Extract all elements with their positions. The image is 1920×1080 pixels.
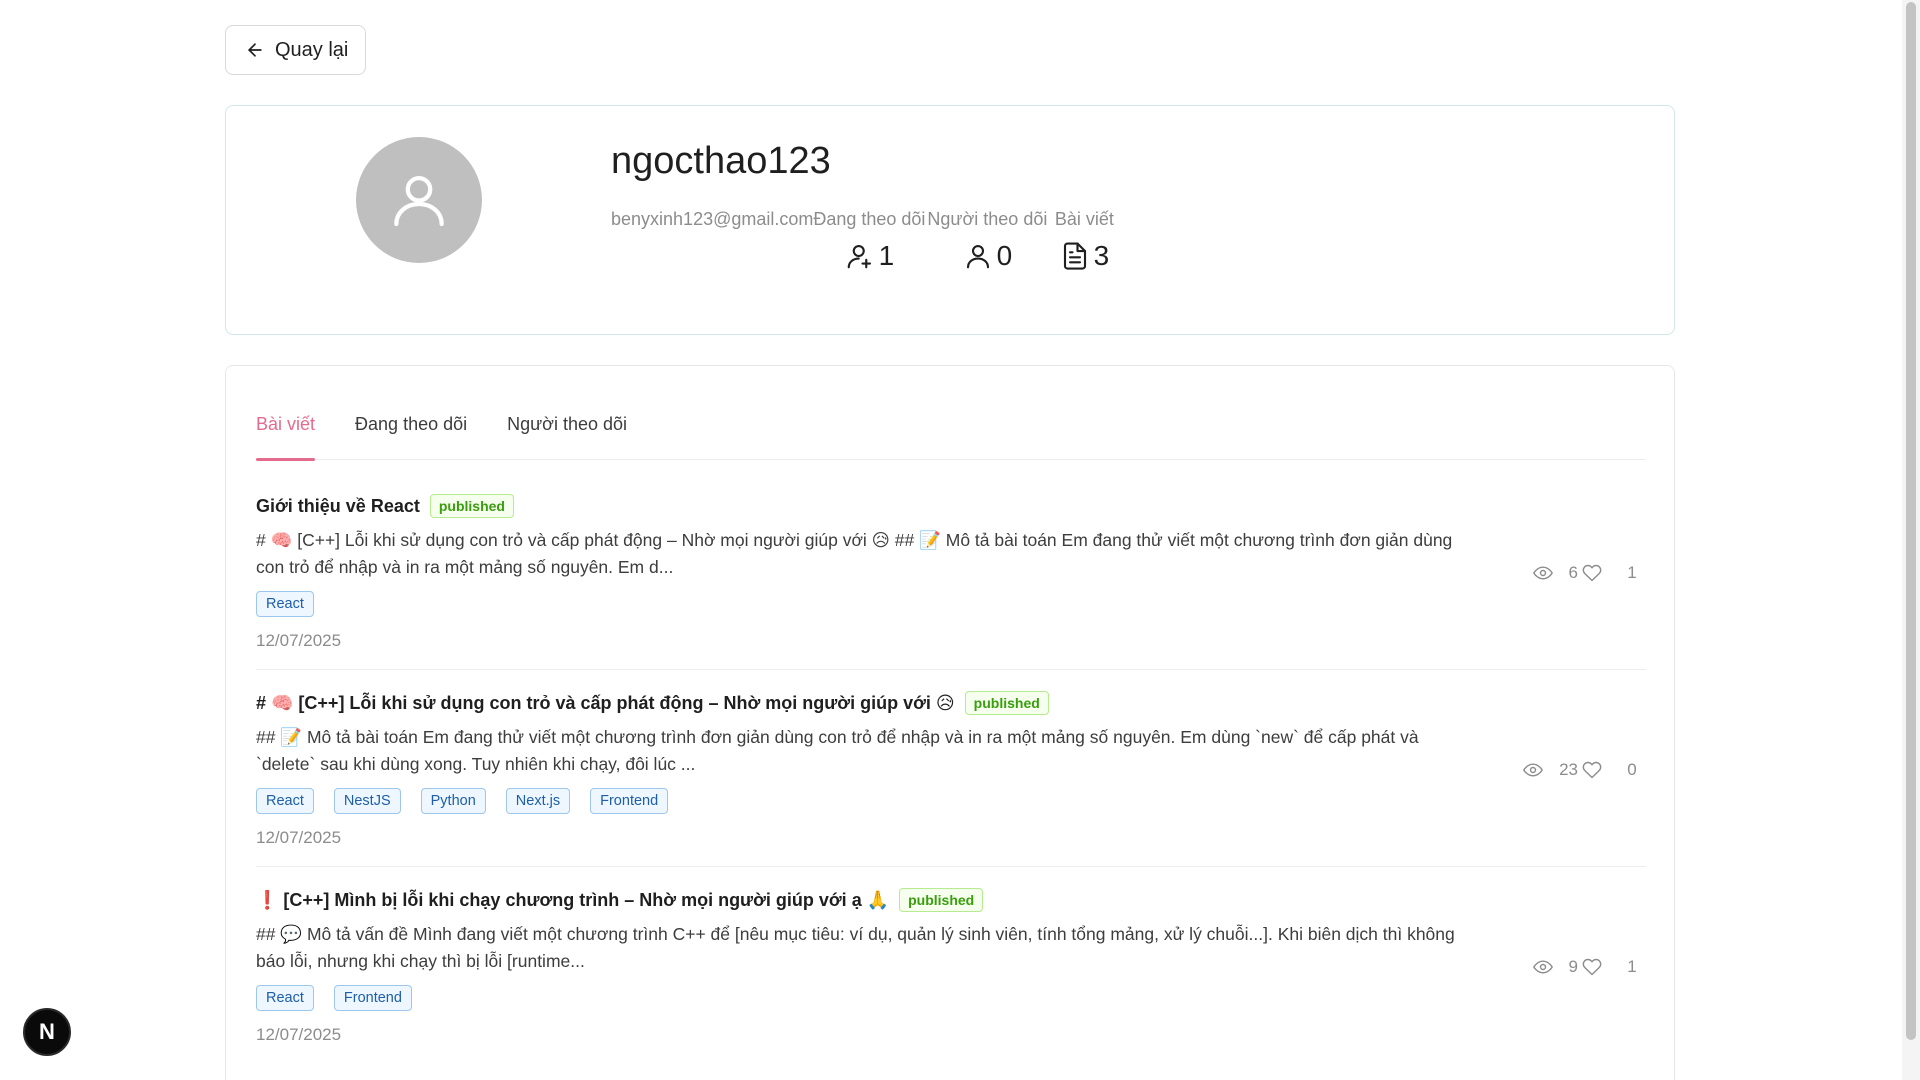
post-item[interactable]: # 🧠 [C++] Lỗi khi sử dụng con trỏ và cấp… (256, 688, 1646, 885)
tab-bar: Bài viết Đang theo dõi Người theo dõi (256, 414, 1646, 461)
status-badge: published (429, 494, 514, 518)
heart-icon[interactable] (1582, 957, 1602, 977)
email: benyxinh123@gmail.com (611, 209, 814, 229)
post-title-row: ❗ [C++] Mình bị lỗi khi chạy chương trìn… (256, 885, 1646, 915)
eye-icon (1523, 763, 1543, 777)
back-button[interactable]: Quay lại (225, 25, 366, 75)
posts-label: Bài viết (1054, 209, 1114, 229)
followers-value-wrap: 0 (963, 240, 1013, 272)
post-title[interactable]: Giới thiệu về React (256, 496, 420, 517)
eye-icon (1532, 960, 1553, 974)
like-count: 1 (1627, 563, 1637, 582)
view-count: 23 (1559, 760, 1578, 779)
dev-tools-button[interactable]: N (23, 1008, 71, 1056)
like-count: 0 (1627, 760, 1637, 779)
tag[interactable]: React (256, 788, 314, 814)
post-title[interactable]: # 🧠 [C++] Lỗi khi sử dụng con trỏ và cấp… (256, 693, 955, 714)
post-divider (256, 866, 1646, 867)
post-title-row: # 🧠 [C++] Lỗi khi sử dụng con trỏ và cấp… (256, 688, 1646, 718)
post-item[interactable]: Giới thiệu về React published # 🧠 [C++] … (256, 491, 1646, 688)
user-icon (966, 244, 989, 269)
post-tags: React NestJS Python Next.js Frontend (256, 788, 1646, 814)
followers-count: 0 (996, 240, 1013, 271)
tag[interactable]: React (256, 591, 314, 617)
tab-posts[interactable]: Bài viết (256, 414, 316, 461)
tab-following[interactable]: Đang theo dõi (355, 414, 467, 460)
status-badge: published (964, 691, 1049, 715)
post-title[interactable]: ❗ [C++] Mình bị lỗi khi chạy chương trìn… (256, 890, 889, 911)
view-count: 6 (1568, 563, 1578, 582)
eye-icon (1532, 566, 1553, 580)
post-excerpt: ## 📝 Mô tả bài toán Em đang thử viết một… (256, 727, 1419, 774)
tag[interactable]: Next.js (505, 788, 571, 814)
profile-page: Quay lại ngocthao123 benyxinh123@gmail.c… (0, 0, 1902, 1080)
post-date: 12/07/2025 (256, 1025, 342, 1044)
post-tags: React Frontend (256, 985, 1646, 1011)
posts-count: 3 (1093, 240, 1110, 271)
content-card: Bài viết Đang theo dõi Người theo dõi Gi… (225, 365, 1675, 1080)
username: ngocthao123 (611, 140, 831, 182)
followers-label: Người theo dõi (927, 209, 1048, 229)
post-date: 12/07/2025 (256, 828, 342, 847)
post-tags: React (256, 591, 1646, 617)
tag[interactable]: Frontend (590, 788, 669, 814)
post-divider (256, 669, 1646, 670)
post-excerpt: ## 💬 Mô tả vấn đề Mình đang viết một chư… (256, 924, 1455, 971)
user-add-icon (847, 244, 871, 269)
file-text-icon (1063, 242, 1086, 270)
tag[interactable]: Python (420, 788, 486, 814)
heart-icon[interactable] (1582, 760, 1602, 780)
following-count: 1 (878, 240, 895, 271)
posts-stat[interactable]: Bài viết 3 (1049, 209, 1119, 272)
post-meta: 6 1 (1532, 563, 1646, 583)
post-item[interactable]: ❗ [C++] Mình bị lỗi khi chạy chương trìn… (256, 885, 1646, 1080)
tag[interactable]: React (256, 985, 314, 1011)
post-meta: 23 0 (1523, 760, 1646, 780)
post-meta: 9 1 (1532, 957, 1646, 977)
like-count: 1 (1627, 957, 1637, 976)
tag[interactable]: Frontend (333, 985, 412, 1011)
following-stat[interactable]: Đang theo dõi 1 (813, 209, 925, 272)
vertical-scrollbar[interactable] (1902, 0, 1920, 1080)
followers-stat[interactable]: Người theo dõi 0 (925, 209, 1049, 272)
profile-card: ngocthao123 benyxinh123@gmail.com Đang t… (225, 105, 1675, 335)
tag[interactable]: NestJS (333, 788, 401, 814)
heart-icon[interactable] (1582, 563, 1602, 583)
avatar (356, 137, 482, 263)
following-value-wrap: 1 (845, 240, 895, 272)
scrollbar-thumb[interactable] (1906, 2, 1916, 1040)
status-badge: published (899, 888, 984, 912)
posts-value-wrap: 3 (1060, 240, 1110, 272)
back-button-label: Quay lại (275, 38, 349, 61)
profile-info-row: benyxinh123@gmail.com Đang theo dõi 1 Ng… (611, 209, 1119, 272)
user-icon (394, 176, 444, 227)
following-label: Đang theo dõi (813, 209, 926, 229)
tab-followers[interactable]: Người theo dõi (507, 414, 627, 460)
post-date: 12/07/2025 (256, 631, 342, 650)
view-count: 9 (1568, 957, 1578, 976)
arrow-left-icon (248, 43, 262, 57)
post-title-row: Giới thiệu về React published (256, 491, 1646, 521)
post-excerpt: # 🧠 [C++] Lỗi khi sử dụng con trỏ và cấp… (256, 530, 1453, 577)
